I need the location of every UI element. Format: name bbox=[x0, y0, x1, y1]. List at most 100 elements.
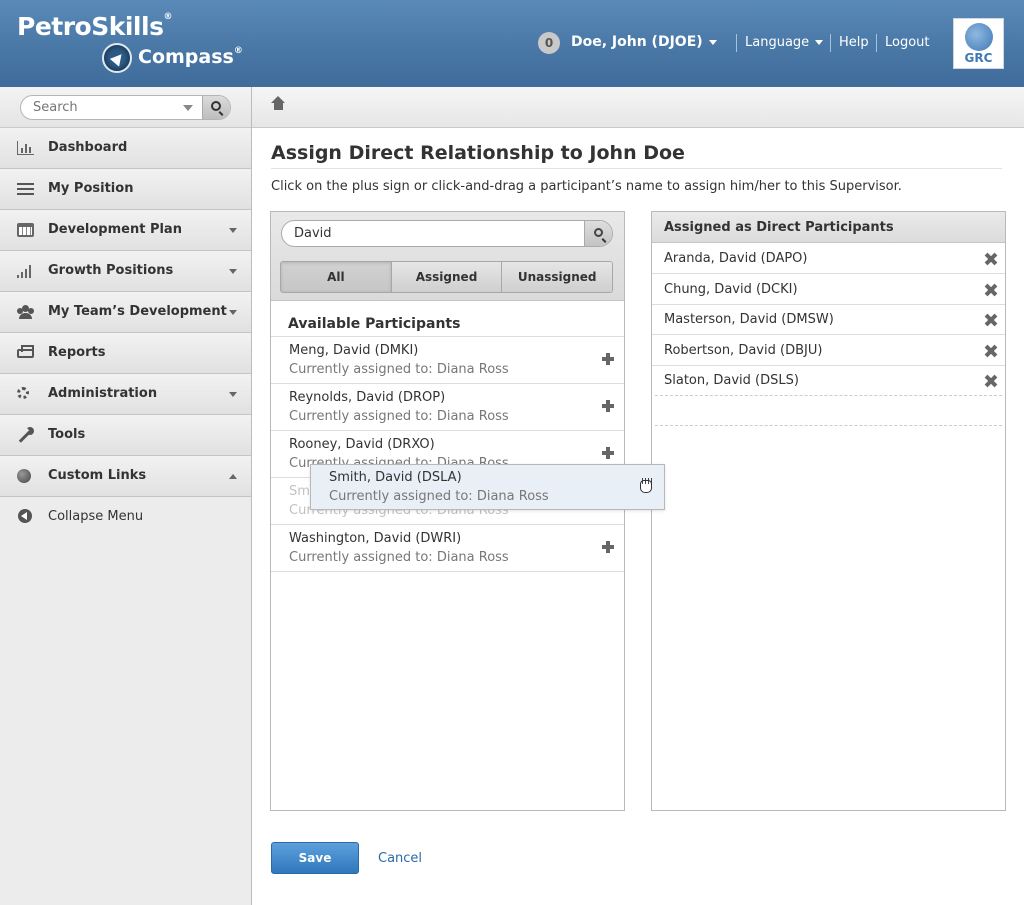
table-row: Robertson, David (DBJU) bbox=[652, 335, 1005, 366]
signal-icon bbox=[17, 264, 34, 278]
sidebar-search[interactable] bbox=[20, 95, 231, 120]
participant-assignment: Currently assigned to: Diana Ross bbox=[289, 362, 509, 377]
sidebar-item-label: My Position bbox=[48, 181, 134, 196]
table-row: Slaton, David (DSLS) bbox=[652, 365, 1005, 396]
logo-reg-mark-2: ® bbox=[233, 46, 243, 56]
chevron-down-icon bbox=[229, 392, 237, 397]
logout-link[interactable]: Logout bbox=[885, 35, 930, 50]
collapse-arrow-icon bbox=[18, 509, 32, 523]
globe-icon bbox=[965, 23, 993, 51]
home-icon[interactable] bbox=[271, 96, 285, 114]
participant-search-button[interactable] bbox=[584, 221, 612, 246]
chevron-down-icon bbox=[229, 310, 237, 315]
divider bbox=[271, 168, 1002, 169]
compass-logo-icon bbox=[102, 43, 132, 73]
logo-text-line2: Compass bbox=[138, 46, 234, 68]
notification-badge[interactable]: 0 bbox=[538, 32, 560, 54]
plus-icon[interactable] bbox=[602, 400, 614, 412]
available-participants-panel: All Assigned Unassigned Available Partic… bbox=[270, 211, 625, 811]
chevron-down-icon bbox=[229, 228, 237, 233]
remove-icon[interactable] bbox=[985, 345, 997, 357]
cancel-link[interactable]: Cancel bbox=[378, 851, 422, 866]
sidebar-item-my-teams-development[interactable]: My Team’s Development bbox=[0, 292, 251, 333]
participant-name: Washington, David (DWRI) bbox=[289, 531, 462, 546]
divider bbox=[736, 34, 737, 52]
sidebar-item-development-plan[interactable]: Development Plan bbox=[0, 210, 251, 251]
sidebar-item-reports[interactable]: Reports bbox=[0, 333, 251, 374]
wrench-icon bbox=[17, 427, 34, 443]
calendar-icon bbox=[17, 223, 34, 237]
sidebar-item-label: Development Plan bbox=[48, 222, 182, 237]
sidebar-item-my-position[interactable]: My Position bbox=[0, 169, 251, 210]
printer-icon bbox=[17, 345, 34, 358]
participant-search-input[interactable] bbox=[282, 221, 582, 246]
search-button[interactable] bbox=[202, 96, 230, 119]
list-item[interactable]: Reynolds, David (DROP) Currently assigne… bbox=[271, 384, 624, 431]
assigned-name: Aranda, David (DAPO) bbox=[664, 251, 808, 266]
team-icon bbox=[17, 305, 34, 319]
user-menu[interactable]: Doe, John (DJOE) bbox=[571, 34, 717, 50]
dragging-participant-card[interactable]: Smith, David (DSLA) Currently assigned t… bbox=[310, 464, 665, 510]
assigned-name: Robertson, David (DBJU) bbox=[664, 343, 823, 358]
sidebar-item-custom-links[interactable]: Custom Links bbox=[0, 456, 251, 497]
sidebar-item-growth-positions[interactable]: Growth Positions bbox=[0, 251, 251, 292]
chevron-down-icon bbox=[815, 40, 824, 45]
list-item[interactable]: Washington, David (DWRI) Currently assig… bbox=[271, 525, 624, 572]
participant-name: Reynolds, David (DROP) bbox=[289, 390, 446, 405]
assigned-heading: Assigned as Direct Participants bbox=[664, 220, 894, 235]
language-menu[interactable]: Language bbox=[745, 35, 824, 50]
participant-assignment: Currently assigned to: Diana Ross bbox=[329, 489, 549, 504]
chevron-down-icon bbox=[229, 269, 237, 274]
remove-icon[interactable] bbox=[985, 284, 997, 296]
sidebar-item-dashboard[interactable]: Dashboard bbox=[0, 128, 251, 169]
list-icon bbox=[17, 182, 34, 196]
gear-icon bbox=[17, 387, 29, 399]
assigned-name: Chung, David (DCKI) bbox=[664, 282, 798, 297]
search-icon bbox=[211, 101, 221, 111]
chevron-down-icon bbox=[708, 39, 717, 45]
table-row: Chung, David (DCKI) bbox=[652, 274, 1005, 305]
logo-compass: Compass® bbox=[138, 46, 243, 68]
sidebar-search-bar bbox=[0, 87, 251, 128]
plus-icon[interactable] bbox=[602, 353, 614, 365]
assigned-header: Assigned as Direct Participants bbox=[652, 212, 1005, 243]
participant-search[interactable] bbox=[281, 220, 613, 247]
participant-assignment: Currently assigned to: Diana Ross bbox=[289, 550, 509, 565]
instructions-text: Click on the plus sign or click-and-drag… bbox=[271, 179, 902, 194]
remove-icon[interactable] bbox=[985, 375, 997, 387]
segment-assigned[interactable]: Assigned bbox=[390, 262, 502, 292]
logo-reg-mark: ® bbox=[163, 12, 172, 22]
help-link[interactable]: Help bbox=[839, 35, 869, 50]
sidebar-item-label: My Team’s Development bbox=[48, 304, 227, 319]
segment-all[interactable]: All bbox=[281, 262, 391, 292]
participant-name: Meng, David (DMKI) bbox=[289, 343, 419, 358]
breadcrumb-bar bbox=[252, 87, 1024, 128]
drop-target[interactable] bbox=[655, 395, 1002, 426]
divider bbox=[876, 34, 877, 52]
chevron-down-icon[interactable] bbox=[183, 105, 193, 111]
logo[interactable]: PetroSkills® bbox=[17, 12, 172, 41]
plus-icon[interactable] bbox=[602, 447, 614, 459]
participant-name: Rooney, David (DRXO) bbox=[289, 437, 435, 452]
sidebar-item-administration[interactable]: Administration bbox=[0, 374, 251, 415]
logo-text-line1: PetroSkills bbox=[17, 12, 164, 41]
remove-icon[interactable] bbox=[985, 253, 997, 265]
filter-segmented-control: All Assigned Unassigned bbox=[280, 261, 613, 293]
remove-icon[interactable] bbox=[985, 314, 997, 326]
user-name: Doe, John (DJOE) bbox=[571, 34, 703, 50]
collapse-menu-button[interactable]: Collapse Menu bbox=[0, 497, 251, 535]
sidebar: Dashboard My Position Development Plan G… bbox=[0, 87, 252, 905]
plus-icon[interactable] bbox=[602, 541, 614, 553]
sidebar-item-label: Tools bbox=[48, 427, 86, 442]
list-item[interactable]: Meng, David (DMKI) Currently assigned to… bbox=[271, 337, 624, 384]
search-input[interactable] bbox=[21, 96, 201, 119]
grc-logo[interactable]: GRC bbox=[953, 18, 1004, 69]
sidebar-item-label: Custom Links bbox=[48, 468, 147, 483]
segment-unassigned[interactable]: Unassigned bbox=[501, 262, 612, 292]
save-button[interactable]: Save bbox=[271, 842, 359, 874]
assigned-name: Slaton, David (DSLS) bbox=[664, 373, 799, 388]
app-header: PetroSkills® Compass® 0 Doe, John (DJOE)… bbox=[0, 0, 1024, 87]
sidebar-item-tools[interactable]: Tools bbox=[0, 415, 251, 456]
sidebar-item-label: Reports bbox=[48, 345, 106, 360]
table-row: Aranda, David (DAPO) bbox=[652, 243, 1005, 274]
